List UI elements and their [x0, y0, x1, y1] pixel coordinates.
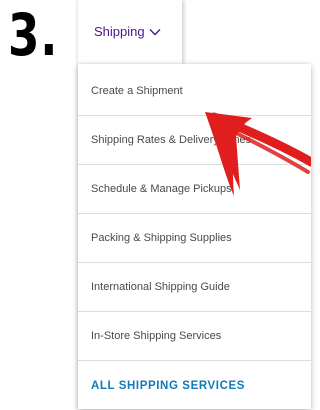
menu-item-label: In-Store Shipping Services — [91, 330, 222, 342]
shipping-dropdown-menu: Create a Shipment Shipping Rates & Deliv… — [78, 64, 311, 409]
step-number: 3. — [8, 1, 59, 69]
menu-item-label: International Shipping Guide — [91, 281, 230, 293]
shipping-tab-label: Shipping — [94, 24, 145, 39]
menu-item-label: Shipping Rates & Delivery Times — [91, 134, 252, 146]
menu-item-schedule-pickups[interactable]: Schedule & Manage Pickups — [78, 165, 311, 214]
menu-item-label: Packing & Shipping Supplies — [91, 232, 232, 244]
chevron-down-icon — [149, 28, 161, 35]
menu-item-create-shipment[interactable]: Create a Shipment — [78, 67, 311, 116]
all-shipping-services-link[interactable]: ALL SHIPPING SERVICES — [78, 361, 311, 410]
all-shipping-services-label: ALL SHIPPING SERVICES — [91, 379, 246, 392]
shipping-nav-tab[interactable]: Shipping — [78, 0, 182, 64]
menu-item-in-store-services[interactable]: In-Store Shipping Services — [78, 312, 311, 361]
menu-item-international-guide[interactable]: International Shipping Guide — [78, 263, 311, 312]
menu-item-label: Schedule & Manage Pickups — [91, 183, 232, 195]
menu-item-packing-supplies[interactable]: Packing & Shipping Supplies — [78, 214, 311, 263]
menu-item-label: Create a Shipment — [91, 85, 183, 97]
menu-item-shipping-rates[interactable]: Shipping Rates & Delivery Times — [78, 116, 311, 165]
